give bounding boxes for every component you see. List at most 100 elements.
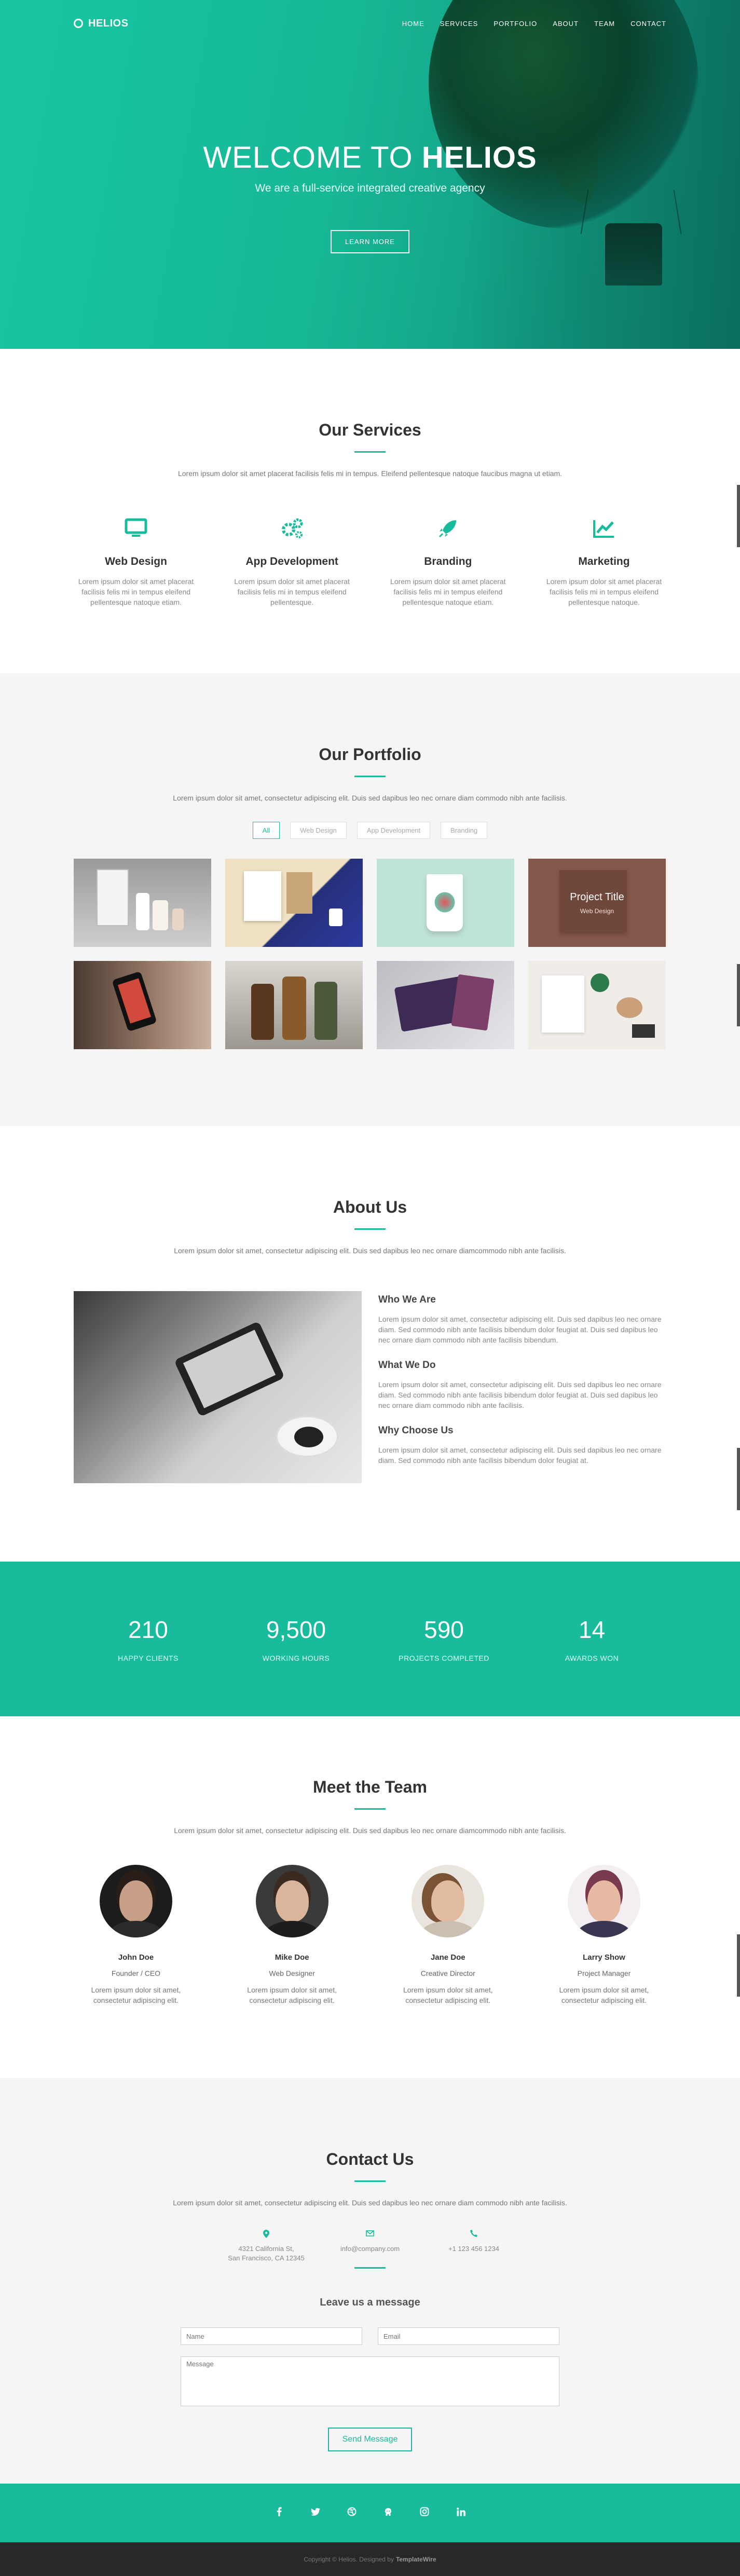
title-divider (354, 2180, 386, 2182)
message-field[interactable] (181, 2356, 559, 2406)
member-name: Jane Doe (430, 1953, 465, 1962)
hero-title-bold: HELIOS (421, 141, 537, 174)
portfolio-item-title: Project Title (570, 891, 624, 903)
stat-item: 590 PROJECTS COMPLETED (370, 1616, 518, 1662)
portfolio-item-cup[interactable] (377, 859, 514, 947)
about-heading: Who We Are (378, 1294, 436, 1305)
service-card: Web Design Lorem ipsum dolor sit amet pl… (74, 518, 198, 607)
portfolio-item-devices[interactable] (377, 961, 514, 1049)
hero-title: WELCOME TO HELIOS (0, 140, 740, 175)
contact-title: Contact Us (326, 2150, 414, 2168)
address-line-1: 4321 California St, (238, 2245, 294, 2253)
linkedin-icon[interactable] (455, 2507, 467, 2519)
social-bar (0, 2484, 740, 2542)
contact-form: Send Message (181, 2327, 559, 2451)
portfolio-section: Our Portfolio Lorem ipsum dolor sit amet… (0, 673, 740, 1126)
portfolio-item-category: Web Design (580, 907, 614, 915)
title-divider (354, 451, 386, 453)
member-name: Larry Show (583, 1953, 625, 1962)
team-member: Jane Doe Creative Director Lorem ipsum d… (386, 1865, 510, 2005)
hero-section: HELIOS HOME SERVICES PORTFOLIO ABOUT TEA… (0, 0, 740, 349)
avatar (567, 1865, 640, 1937)
member-name: Mike Doe (275, 1953, 309, 1962)
filter-web-design-button[interactable]: Web Design (290, 822, 347, 839)
contact-address: 4321 California St, San Francisco, CA 12… (214, 2230, 318, 2263)
service-name: App Development (245, 555, 338, 567)
service-card: Branding Lorem ipsum dolor sit amet plac… (386, 518, 510, 607)
filter-branding-button[interactable]: Branding (441, 822, 488, 839)
nav-links: HOME SERVICES PORTFOLIO ABOUT TEAM CONTA… (402, 20, 666, 28)
title-divider (354, 1228, 386, 1230)
twitter-icon[interactable] (310, 2507, 321, 2518)
phone-number[interactable]: +1 123 456 1234 (422, 2244, 526, 2254)
contact-divider (354, 2267, 386, 2269)
services-description: Lorem ipsum dolor sit amet placerat faci… (177, 469, 563, 478)
hero-content: WELCOME TO HELIOS We are a full-service … (0, 140, 740, 253)
contact-section: Contact Us Lorem ipsum dolor sit amet, c… (0, 2078, 740, 2484)
service-card: App Development Lorem ipsum dolor sit am… (230, 518, 354, 607)
stat-item: 14 AWARDS WON (518, 1616, 666, 1662)
brand-name: HELIOS (88, 17, 129, 29)
copyright-text: Copyright © Helios. Designed by (304, 2555, 394, 2563)
team-section: Meet the Team Lorem ipsum dolor sit amet… (0, 1716, 740, 2078)
designer-link[interactable]: TemplateWire (396, 2556, 436, 2563)
about-tablet-coffee-image (74, 1291, 362, 1483)
service-text: Lorem ipsum dolor sit amet placerat faci… (78, 577, 194, 606)
line-chart-icon (542, 518, 666, 544)
instagram-icon[interactable] (419, 2507, 430, 2519)
about-paragraph: Lorem ipsum dolor sit amet, consectetur … (378, 1315, 662, 1344)
portfolio-item-stationery[interactable] (225, 859, 363, 947)
send-message-button[interactable]: Send Message (327, 2428, 413, 2451)
scroll-indicator (737, 485, 740, 547)
email-field[interactable] (378, 2327, 559, 2345)
stat-label: AWARDS WON (565, 1654, 619, 1662)
dribbble-icon[interactable] (346, 2507, 358, 2519)
nav-link-services[interactable]: SERVICES (440, 20, 478, 28)
stat-value: 14 (578, 1616, 606, 1643)
email-address[interactable]: info@company.com (318, 2244, 422, 2254)
nav-link-about[interactable]: ABOUT (553, 20, 579, 28)
hero-subtitle: We are a full-service integrated creativ… (255, 182, 485, 194)
scroll-indicator (737, 964, 740, 1026)
nav-link-home[interactable]: HOME (402, 20, 424, 28)
contact-phone: +1 123 456 1234 (422, 2230, 526, 2263)
team-title: Meet the Team (313, 1778, 427, 1796)
filter-app-development-button[interactable]: App Development (357, 822, 431, 839)
about-title: About Us (333, 1198, 407, 1216)
about-paragraph: Lorem ipsum dolor sit amet, consectetur … (378, 1446, 662, 1465)
learn-more-button[interactable]: LEARN MORE (331, 230, 409, 253)
stat-label: PROJECTS COMPLETED (399, 1654, 489, 1662)
nav-link-team[interactable]: TEAM (594, 20, 615, 28)
portfolio-item-notebook[interactable]: Project Title Web Design (528, 859, 666, 947)
logo-ring-icon (74, 19, 83, 28)
member-bio: Lorem ipsum dolor sit amet, consectetur … (247, 1986, 337, 2004)
member-role: Project Manager (577, 1969, 631, 1977)
github-icon[interactable] (382, 2507, 394, 2519)
member-role: Founder / CEO (111, 1969, 161, 1977)
about-heading: Why Choose Us (378, 1425, 454, 1436)
name-field[interactable] (181, 2327, 362, 2345)
service-name: Web Design (105, 555, 167, 567)
gears-icon (230, 518, 354, 544)
portfolio-item-phone-hand[interactable] (74, 961, 211, 1049)
filter-all-button[interactable]: All (252, 822, 280, 839)
nav-link-portfolio[interactable]: PORTFOLIO (494, 20, 537, 28)
team-description: Lorem ipsum dolor sit amet, consectetur … (174, 1826, 566, 1835)
brand-logo[interactable]: HELIOS (74, 18, 128, 30)
hero-title-light: WELCOME TO (203, 141, 413, 174)
portfolio-item-bottles[interactable] (225, 961, 363, 1049)
portfolio-grid: Project Title Web Design (74, 859, 666, 1049)
portfolio-filters: All Web Design App Development Branding (0, 822, 740, 839)
scroll-indicator (737, 1934, 740, 1997)
tablet-image (174, 1321, 285, 1417)
facebook-icon[interactable] (273, 2507, 285, 2519)
portfolio-item-cosmetics[interactable] (74, 859, 211, 947)
services-title: Our Services (319, 421, 421, 439)
nav-link-contact[interactable]: CONTACT (631, 20, 666, 28)
team-member: John Doe Founder / CEO Lorem ipsum dolor… (74, 1865, 198, 2005)
about-body: Who We Are Lorem ipsum dolor sit amet, c… (74, 1291, 666, 1483)
portfolio-item-overlay: Project Title Web Design (528, 859, 666, 947)
about-text: Who We Are Lorem ipsum dolor sit amet, c… (378, 1291, 666, 1483)
portfolio-item-flatlay[interactable] (528, 961, 666, 1049)
service-text: Lorem ipsum dolor sit amet placerat faci… (234, 577, 350, 606)
